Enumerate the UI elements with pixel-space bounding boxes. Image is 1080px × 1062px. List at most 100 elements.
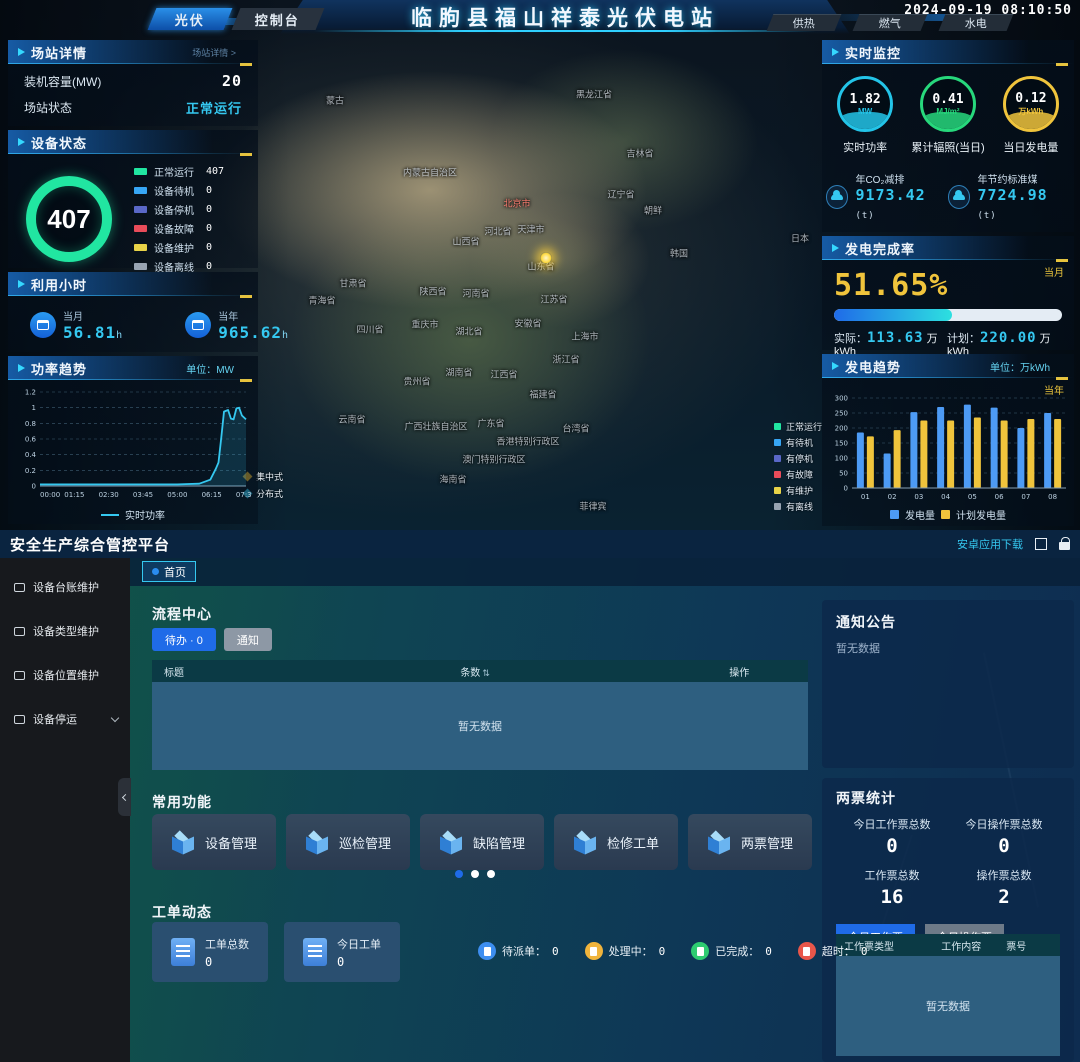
- map-label: 广东省: [477, 417, 504, 430]
- tab-heating[interactable]: 供热: [767, 14, 842, 31]
- sidebar-item-device-location[interactable]: 设备位置维护: [0, 660, 130, 690]
- map-label: 台湾省: [562, 422, 589, 435]
- column-count[interactable]: 条数⇅: [460, 664, 490, 679]
- legend-row: 设备维护0: [134, 240, 224, 255]
- gauge-value: 0.12: [1015, 91, 1046, 106]
- card-maintenance-order[interactable]: 检修工单: [554, 814, 678, 870]
- map-label: 内蒙古自治区: [403, 166, 457, 179]
- status-icon: [478, 942, 496, 960]
- gauge-unit: 万kWh: [1018, 106, 1043, 117]
- maintenance-order-icon: [573, 830, 597, 854]
- tab-console[interactable]: 控制台: [232, 8, 325, 30]
- sort-icon[interactable]: ⇅: [482, 668, 490, 678]
- carousel-dot[interactable]: [471, 870, 479, 878]
- svg-text:01: 01: [861, 493, 870, 501]
- android-download-link[interactable]: 安卓应用下载: [957, 536, 1023, 552]
- svg-text:200: 200: [835, 425, 848, 433]
- carousel-dot[interactable]: [455, 870, 463, 878]
- ticket-table-empty: 暂无数据: [836, 956, 1060, 1056]
- legend-color-swatch: [941, 510, 950, 519]
- map-label: 朝鲜: [644, 204, 662, 217]
- card-defect-management[interactable]: 缺陷管理: [420, 814, 544, 870]
- process-center-title: 流程中心: [152, 604, 212, 624]
- status-value: 正常运行: [186, 98, 242, 117]
- lock-icon[interactable]: [1059, 542, 1070, 550]
- two-ticket-management-icon: [707, 830, 731, 854]
- svg-text:300: 300: [835, 395, 848, 403]
- legend-color-swatch: [890, 510, 899, 519]
- map-label: 菲律宾: [579, 500, 606, 513]
- legend-color-swatch: [134, 168, 147, 175]
- panel-header: 功率趋势 单位：MW: [8, 356, 258, 380]
- gauge-label: 实时功率: [843, 139, 887, 155]
- status-completed: 已完成 0: [691, 942, 772, 960]
- todo-tab[interactable]: 待办 · 0: [152, 628, 216, 651]
- map-label: 陕西省: [419, 285, 446, 298]
- work-orders-title: 工单动态: [152, 902, 212, 922]
- status-icon: [585, 942, 603, 960]
- calendar-icon: [30, 312, 56, 338]
- card-device-management[interactable]: 设备管理: [152, 814, 276, 870]
- location-icon: [14, 671, 25, 680]
- map-legend-item: 有待机: [774, 436, 822, 449]
- header-tools: 安卓应用下载: [957, 530, 1070, 558]
- legend-value: 0: [206, 204, 212, 215]
- tab-photovoltaic[interactable]: 光伏: [148, 8, 233, 30]
- device-total-ring: 407: [26, 176, 112, 262]
- device-status-body: 407 正常运行407 设备待机0 设备停机0 设备故障0 设备维护0 设备离线…: [8, 154, 258, 274]
- panel-tick: [240, 153, 252, 156]
- gauges-row: 1.82 MW 实时功率 0.41 MJ/m² 累计辐照(当日) 0.12 万k…: [822, 64, 1074, 155]
- status-label: 场站状态: [24, 99, 72, 116]
- arrow-icon: [832, 362, 839, 370]
- column-work-content: 工作内容: [941, 938, 981, 953]
- map-label: 江苏省: [540, 293, 567, 306]
- column-title: 标题: [164, 664, 184, 679]
- card-two-ticket-management[interactable]: 两票管理: [688, 814, 812, 870]
- map-label: 四川省: [356, 323, 383, 336]
- card-inspection-management[interactable]: 巡检管理: [286, 814, 410, 870]
- panel-tick: [240, 295, 252, 298]
- card-total-orders[interactable]: 工单总数 0: [152, 922, 268, 982]
- gauge-realtime-power: 1.82 MW 实时功率: [837, 76, 893, 155]
- ticket-stats-grid: 今日工作票总数 0 今日操作票总数 0 工作票总数 16 操作票总数 2: [836, 816, 1060, 918]
- gauge-value: 0.41: [932, 92, 963, 107]
- map-label: 澳门特别行政区: [462, 453, 525, 466]
- carousel-dot[interactable]: [487, 870, 495, 878]
- sidebar-collapse-handle[interactable]: [118, 778, 131, 816]
- arrow-icon: [18, 138, 25, 146]
- power-trend-chart: 00.20.40.60.811.200:0001:1502:3003:4505:…: [12, 384, 252, 504]
- capacity-label: 装机容量(MW): [24, 73, 101, 90]
- station-sun-marker[interactable]: [540, 252, 552, 264]
- stat-total-op-tickets: 操作票总数 2: [948, 867, 1060, 908]
- notice-title: 通知公告: [836, 612, 1060, 632]
- legend-color-swatch: [774, 439, 781, 446]
- tab-home[interactable]: 首页: [142, 561, 196, 582]
- notify-tab[interactable]: 通知: [224, 628, 272, 651]
- arrow-icon: [832, 244, 839, 252]
- util-label: 当月: [63, 308, 123, 323]
- map-label: 广西壮族自治区: [404, 420, 467, 433]
- fullscreen-icon[interactable]: [1035, 538, 1047, 550]
- map-label: 湖北省: [455, 325, 482, 338]
- completion-progress-bar: [834, 309, 1062, 321]
- legend-color-swatch: [774, 423, 781, 430]
- legend-label: 设备维护: [154, 240, 206, 255]
- sidebar-item-device-ledger[interactable]: 设备台账维护: [0, 572, 130, 602]
- unit-label: 单位：万kWh: [990, 359, 1050, 374]
- stat-today-work-tickets: 今日工作票总数 0: [836, 816, 948, 857]
- stat-total-work-tickets: 工作票总数 16: [836, 867, 948, 908]
- card-today-orders[interactable]: 今日工单 0: [284, 922, 400, 982]
- panel-tick: [1056, 377, 1068, 380]
- map-label: 江西省: [490, 368, 517, 381]
- coal-saving-stat: 年节约标准煤 7724.98 (t): [948, 171, 1070, 222]
- sidebar-item-device-type[interactable]: 设备类型维护: [0, 616, 130, 646]
- map-label: 辽宁省: [607, 188, 634, 201]
- map-label: 云南省: [338, 413, 365, 426]
- title-banner: 临朐县福山祥泰光伏电站: [280, 0, 850, 34]
- defect-management-icon: [439, 830, 463, 854]
- sidebar-item-device-outage[interactable]: 设备停运: [0, 704, 130, 734]
- arrow-icon: [18, 280, 25, 288]
- svg-text:03: 03: [914, 493, 923, 501]
- panel-title: 实时监控: [845, 43, 901, 62]
- station-detail-link[interactable]: 场站详情 >: [192, 46, 236, 59]
